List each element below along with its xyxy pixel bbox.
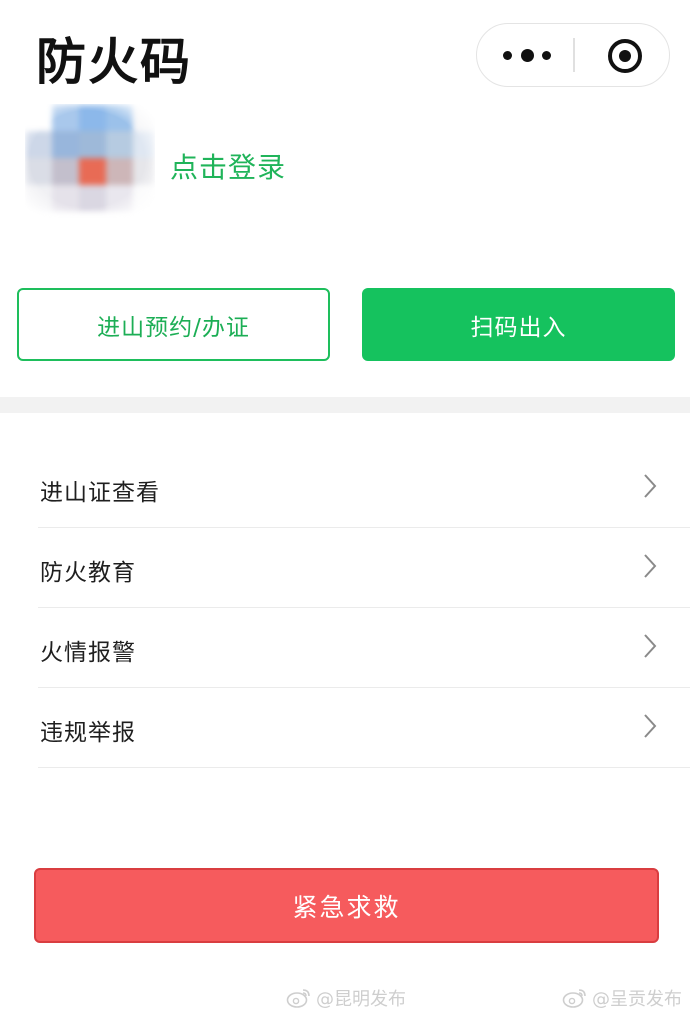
chevron-right-icon — [644, 474, 657, 498]
menu-item-label: 火情报警 — [40, 640, 136, 666]
login-link[interactable]: 点击登录 — [170, 146, 286, 186]
close-target-icon[interactable] — [606, 37, 644, 75]
menu-item-label: 进山证查看 — [40, 480, 160, 506]
watermark: @昆明发布 — [286, 984, 406, 1012]
watermark-text: @呈贡发布 — [592, 989, 682, 1010]
weibo-icon — [562, 989, 586, 1008]
menu-item-label: 防火教育 — [40, 560, 136, 586]
scan-entry-button[interactable]: 扫码出入 — [362, 288, 675, 361]
page-title: 防火码 — [36, 33, 192, 91]
mini-program-capsule — [476, 23, 670, 87]
weibo-icon — [286, 989, 310, 1008]
emergency-sos-button[interactable]: 紧急求救 — [34, 868, 659, 943]
avatar[interactable] — [25, 104, 155, 219]
menu-item-fire-education[interactable]: 防火教育 — [38, 528, 690, 608]
menu-item-permit-view[interactable]: 进山证查看 — [38, 448, 690, 528]
section-divider — [0, 397, 690, 413]
chevron-right-icon — [644, 554, 657, 578]
chevron-right-icon — [644, 634, 657, 658]
menu-item-label: 违规举报 — [40, 720, 136, 746]
chevron-right-icon — [644, 714, 657, 738]
watermark-text: @昆明发布 — [316, 989, 406, 1010]
menu-item-fire-alarm[interactable]: 火情报警 — [38, 608, 690, 688]
more-options-icon[interactable] — [503, 46, 551, 64]
watermark: @呈贡发布 — [562, 984, 682, 1012]
mountain-reservation-button[interactable]: 进山预约/办证 — [17, 288, 330, 361]
capsule-divider — [573, 38, 575, 72]
menu-list: 进山证查看 防火教育 火情报警 违规举报 — [38, 448, 690, 768]
menu-item-violation-report[interactable]: 违规举报 — [38, 688, 690, 768]
